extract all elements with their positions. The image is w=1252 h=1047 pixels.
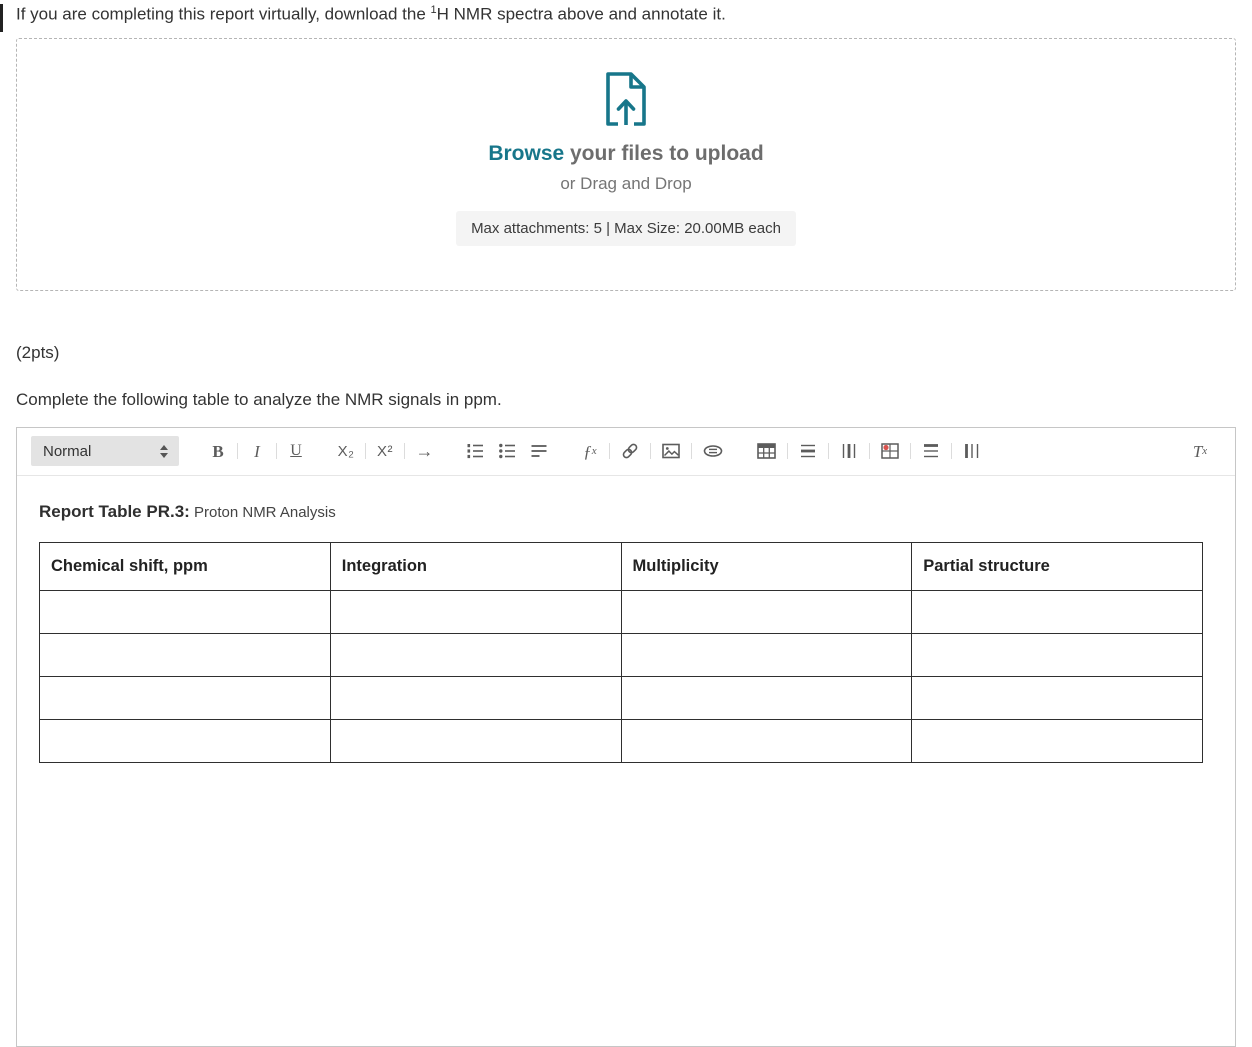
table-cell[interactable] [39, 675, 331, 720]
table-row [39, 589, 1203, 634]
table-cell[interactable] [39, 589, 331, 634]
table-cell[interactable] [911, 632, 1203, 677]
file-upload-icon [603, 71, 649, 126]
toolbar-separator [828, 443, 829, 460]
media-embed-button[interactable] [700, 438, 726, 464]
table-cell[interactable] [620, 675, 913, 720]
column-header-partial-structure[interactable]: Partial structure [911, 541, 1203, 591]
column-properties-button[interactable] [960, 438, 984, 464]
table-row-button[interactable] [796, 438, 820, 464]
file-upload-dropzone[interactable]: Browse your files to upload or Drag and … [16, 37, 1236, 291]
table-row [39, 632, 1203, 677]
drag-drop-text: or Drag and Drop [560, 173, 692, 193]
table-caption: Report Table PR.3: Proton NMR Analysis [39, 502, 1213, 522]
table-cell[interactable] [39, 632, 331, 677]
nmr-analysis-table: Chemical shift, ppm Integration Multipli… [39, 541, 1203, 763]
bulleted-list-button[interactable] [495, 438, 519, 464]
toolbar-separator [276, 443, 277, 460]
toolbar-separator [787, 443, 788, 460]
editor-content-area[interactable]: Report Table PR.3: Proton NMR Analysis C… [17, 476, 1235, 763]
upload-limits-badge: Max attachments: 5 | Max Size: 20.00MB e… [456, 210, 796, 246]
table-header-row: Chemical shift, ppm Integration Multipli… [39, 541, 1203, 591]
table-cell[interactable] [620, 718, 913, 763]
toolbar-separator [869, 443, 870, 460]
bold-button[interactable]: B [207, 438, 229, 464]
italic-button[interactable]: I [246, 438, 268, 464]
table-column-button[interactable] [837, 438, 861, 464]
numbered-list-button[interactable] [463, 438, 487, 464]
table-cell[interactable] [329, 589, 622, 634]
format-dropdown[interactable]: Normal [31, 436, 179, 467]
format-dropdown-value: Normal [43, 442, 92, 460]
link-button[interactable] [618, 438, 642, 464]
left-edge-artifact [0, 4, 3, 32]
points-label: (2pts) [16, 342, 60, 362]
browse-upload-heading: Browse your files to upload [488, 142, 763, 166]
table-cell[interactable] [329, 632, 622, 677]
table-caption-bold: Report Table PR.3: [39, 501, 190, 521]
table-cell[interactable] [620, 589, 913, 634]
insert-table-button[interactable] [754, 438, 779, 464]
intro-prefix: If you are completing this report virtua… [16, 4, 431, 24]
toolbar-separator [365, 443, 366, 460]
table-cell[interactable] [329, 718, 622, 763]
underline-button[interactable]: U [285, 438, 307, 464]
toolbar-separator [910, 443, 911, 460]
editor-toolbar: Normal B I U X₂ X² → ƒx T x [17, 428, 1235, 476]
toolbar-separator [404, 443, 405, 460]
column-header-integration[interactable]: Integration [329, 541, 622, 591]
intro-suffix: H NMR spectra above and annotate it. [436, 4, 726, 24]
intro-text: If you are completing this report virtua… [16, 4, 1252, 25]
toolbar-separator [237, 443, 238, 460]
special-arrow-button[interactable]: → [413, 438, 435, 464]
superscript-button[interactable]: X² [374, 438, 396, 464]
table-caption-rest: Proton NMR Analysis [189, 503, 336, 521]
math-equation-button[interactable]: ƒx [579, 438, 601, 464]
rich-text-editor: Normal B I U X₂ X² → ƒx T x Report Table… [16, 426, 1236, 1047]
toolbar-separator [609, 443, 610, 460]
browse-files-link[interactable]: Browse [488, 142, 564, 165]
subscript-button[interactable]: X₂ [335, 438, 357, 464]
instruction-text: Complete the following table to analyze … [16, 389, 502, 409]
toolbar-separator [650, 443, 651, 460]
image-button[interactable] [659, 438, 683, 464]
table-row [39, 718, 1203, 763]
table-cell[interactable] [620, 632, 913, 677]
table-cell[interactable] [911, 718, 1203, 763]
column-header-chemical-shift[interactable]: Chemical shift, ppm [39, 541, 331, 591]
table-cell[interactable] [911, 589, 1203, 634]
updown-arrows-icon [159, 444, 169, 459]
browse-files-text: your files to upload [564, 141, 764, 165]
align-left-button[interactable] [527, 438, 551, 464]
table-cell[interactable] [911, 675, 1203, 720]
toolbar-separator [691, 443, 692, 460]
nmr-table-body [39, 589, 1203, 763]
remove-format-button[interactable]: Tx [1189, 438, 1211, 464]
column-header-multiplicity[interactable]: Multiplicity [620, 541, 913, 591]
table-cell[interactable] [329, 675, 622, 720]
merge-cells-button[interactable] [878, 438, 902, 464]
table-cell[interactable] [39, 718, 331, 763]
toolbar-separator [951, 443, 952, 460]
table-row [39, 675, 1203, 720]
row-properties-button[interactable] [919, 438, 943, 464]
